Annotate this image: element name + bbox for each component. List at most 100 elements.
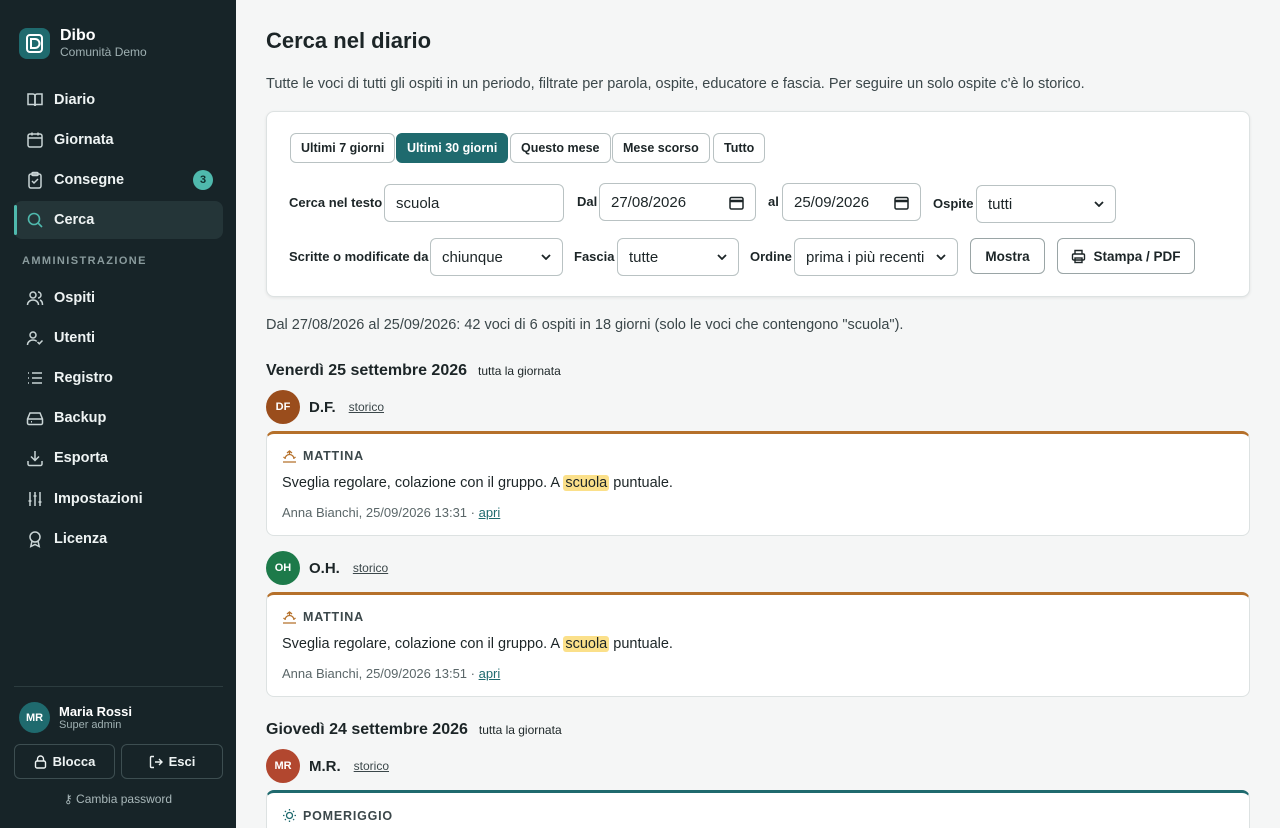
entry-text-part: Sveglia regolare, colazione con il grupp… <box>282 475 564 491</box>
order-filter-label: Ordine <box>750 249 792 264</box>
sidebar-item-backup[interactable]: Backup <box>14 399 223 437</box>
sidebar-item-impostazioni[interactable]: Impostazioni <box>14 480 223 518</box>
sidebar-item-label: Esporta <box>54 450 108 466</box>
clipboard-icon <box>26 171 44 189</box>
to-date-input[interactable]: 25/09/2026 <box>782 183 921 221</box>
download-icon <box>26 449 44 467</box>
order-select-value: prima i più recenti <box>806 248 925 266</box>
logout-icon <box>149 755 163 768</box>
diary-entry: POMERIGGIO <box>266 790 1250 828</box>
sliders-icon <box>26 490 44 508</box>
author-filter-label: Scritte o modificate da <box>289 249 429 264</box>
sidebar-item-label: Ospiti <box>54 290 96 306</box>
key-icon: ⚷ <box>63 792 73 806</box>
sunrise-icon <box>283 449 296 463</box>
to-date-label: al <box>768 194 779 209</box>
avatar: OH <box>266 551 300 585</box>
lock-icon <box>34 754 46 769</box>
search-highlight: scuola <box>563 475 610 491</box>
avatar: DF <box>266 390 300 424</box>
guest-select[interactable]: tutti <box>976 185 1116 223</box>
lock-button[interactable]: Blocca <box>14 744 115 779</box>
sidebar-item-ospiti[interactable]: Ospiti <box>14 279 223 317</box>
guest-name: D.F. <box>309 398 336 416</box>
order-select[interactable]: prima i più recenti <box>794 238 958 276</box>
avatar: MR <box>19 702 50 733</box>
current-user: MR Maria Rossi Super admin <box>19 702 132 733</box>
sidebar-item-registro[interactable]: Registro <box>14 359 223 397</box>
change-password-label: Cambia password <box>76 792 173 806</box>
sidebar-item-diario[interactable]: Diario <box>14 81 223 119</box>
text-search-input[interactable]: scuola <box>384 184 564 222</box>
sidebar-item-esporta[interactable]: Esporta <box>14 439 223 477</box>
results-summary: Dal 27/08/2026 al 25/09/2026: 42 voci di… <box>266 317 904 333</box>
open-entry-link[interactable]: apri <box>479 666 501 681</box>
sidebar-item-label: Backup <box>54 410 107 426</box>
entry-slot: POMERIGGIO <box>282 808 393 823</box>
list-icon <box>26 369 44 387</box>
show-button[interactable]: Mostra <box>970 238 1045 274</box>
text-search-value: scuola <box>396 194 440 212</box>
diary-entry: MATTINA Sveglia regolare, colazione con … <box>266 431 1250 536</box>
award-icon <box>26 530 44 548</box>
open-entry-link[interactable]: apri <box>479 505 501 520</box>
range-chip-7-days[interactable]: Ultimi 7 giorni <box>290 133 396 163</box>
avatar: MR <box>266 749 300 783</box>
print-pdf-button[interactable]: Stampa / PDF <box>1057 238 1195 274</box>
print-pdf-label: Stampa / PDF <box>1093 248 1181 264</box>
from-date-value: 27/08/2026 <box>611 193 687 211</box>
search-highlight: scuola <box>563 636 610 652</box>
brand-name: Dibo <box>60 27 96 44</box>
page-title: Cerca nel diario <box>266 28 432 53</box>
entry-author-date: Anna Bianchi, 25/09/2026 13:51 · <box>282 666 479 681</box>
day-header: Giovedì 24 settembre 2026 tutta la giorn… <box>266 721 562 739</box>
sidebar-item-label: Diario <box>54 92 96 108</box>
printer-icon <box>1072 249 1086 263</box>
guest-history-link[interactable]: storico <box>349 400 384 414</box>
range-chip-this-month[interactable]: Questo mese <box>510 133 611 163</box>
calendar-icon[interactable] <box>894 195 909 210</box>
sidebar-item-giornata[interactable]: Giornata <box>14 121 223 159</box>
user-name: Maria Rossi <box>59 703 132 719</box>
sidebar-item-licenza[interactable]: Licenza <box>14 520 223 558</box>
range-chip-last-month[interactable]: Mese scorso <box>612 133 710 163</box>
page-description: Tutte le voci di tutti gli ospiti in un … <box>266 76 1085 92</box>
calendar-icon <box>26 131 44 149</box>
guest-header: MR M.R. storico <box>266 749 389 783</box>
entry-text-part: Sveglia regolare, colazione con il grupp… <box>282 636 564 652</box>
sidebar-item-cerca[interactable]: Cerca <box>14 201 223 239</box>
users-icon <box>26 289 44 307</box>
guest-header: DF D.F. storico <box>266 390 384 424</box>
diary-entry: MATTINA Sveglia regolare, colazione con … <box>266 592 1250 697</box>
entry-meta: Anna Bianchi, 25/09/2026 13:51 · apri <box>282 666 500 681</box>
guest-select-value: tutti <box>988 195 1013 213</box>
sidebar-item-consegne[interactable]: Consegne 3 <box>14 161 223 199</box>
sidebar-item-utenti[interactable]: Utenti <box>14 319 223 357</box>
sidebar-item-label: Licenza <box>54 531 108 547</box>
guest-history-link[interactable]: storico <box>354 759 389 773</box>
range-chip-all[interactable]: Tutto <box>713 133 766 163</box>
app-logo-icon <box>19 28 50 59</box>
sidebar-item-label: Registro <box>54 370 113 386</box>
guest-history-link[interactable]: storico <box>353 561 388 575</box>
entry-author-date: Anna Bianchi, 25/09/2026 13:31 · <box>282 505 479 520</box>
from-date-input[interactable]: 27/08/2026 <box>599 183 756 221</box>
sidebar-item-label: Giornata <box>54 132 114 148</box>
from-date-label: Dal <box>577 194 598 209</box>
brand-community: Comunità Demo <box>60 45 147 59</box>
sidebar: Dibo Comunità Demo Diario Giornata Conse… <box>0 0 236 828</box>
slot-select[interactable]: tutte <box>617 238 739 276</box>
calendar-icon[interactable] <box>729 195 744 210</box>
lock-button-label: Blocca <box>52 754 96 769</box>
day-subtitle: tutta la giornata <box>478 723 562 737</box>
entry-slot: MATTINA <box>282 449 364 463</box>
sun-icon <box>283 809 296 822</box>
brand[interactable]: Dibo Comunità Demo <box>19 27 147 60</box>
logout-button[interactable]: Esci <box>121 744 223 779</box>
range-chip-30-days[interactable]: Ultimi 30 giorni <box>396 133 509 163</box>
guest-name: O.H. <box>309 559 340 577</box>
change-password-link[interactable]: ⚷ Cambia password <box>0 792 236 806</box>
guest-filter-label: Ospite <box>933 196 974 211</box>
author-select[interactable]: chiunque <box>430 238 563 276</box>
sidebar-item-label: Impostazioni <box>54 491 143 507</box>
